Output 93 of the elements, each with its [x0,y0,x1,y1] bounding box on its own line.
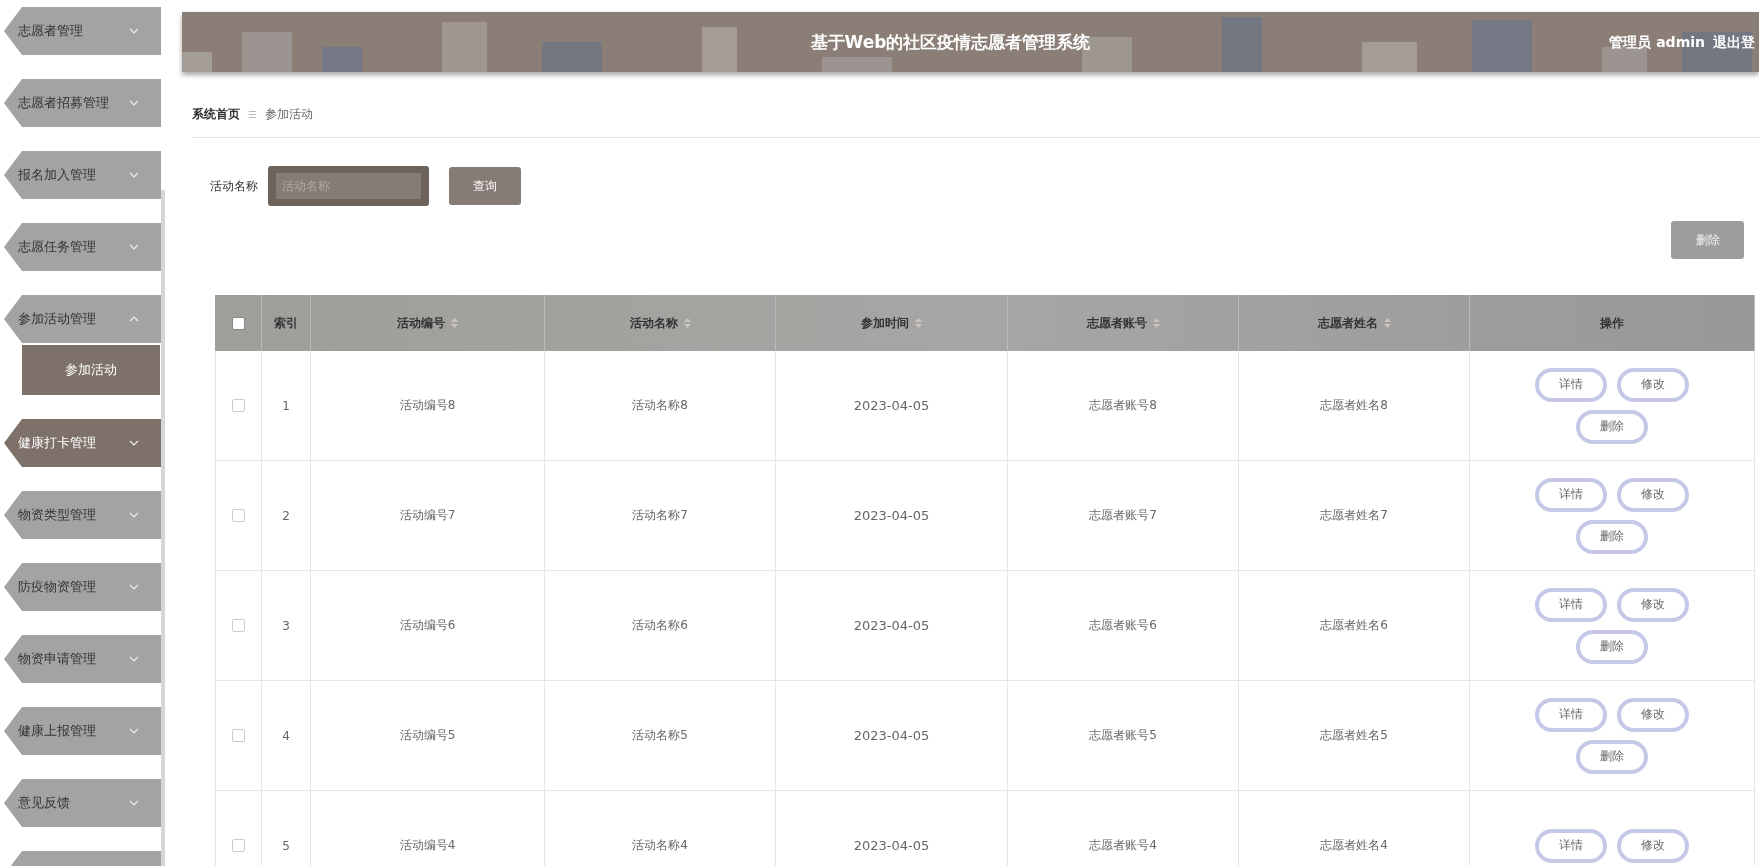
sidebar-menu-item[interactable]: 健康上报管理 [4,707,161,755]
row-action-button[interactable]: 删除 [1576,739,1648,774]
sort-icon[interactable] [1152,318,1160,328]
row-action-button[interactable]: 修改 [1617,477,1689,512]
breadcrumb-link[interactable]: 系统首页 [192,106,240,123]
sidebar-menu-item[interactable]: 防疫物资管理 [4,563,161,611]
sidebar-menu-item[interactable]: 参加活动管理 [4,295,161,343]
table-cell: 活动名称5 [632,727,688,744]
table-cell: 志愿者账号8 [1089,397,1157,414]
sidebar-menu-item[interactable]: 物资申请管理 [4,635,161,683]
chevron-down-icon [129,584,139,590]
table-cell: 活动名称6 [632,617,688,634]
row-action-button[interactable]: 修改 [1617,828,1689,863]
chevron-down-icon [129,172,139,178]
row-action-button[interactable]: 删除 [1576,519,1648,554]
table-cell: 志愿者姓名7 [1320,507,1388,524]
chevron-down-icon [129,28,139,34]
chevron-down-icon [129,440,139,446]
app-title: 基于Web的社区疫情志愿者管理系统 [810,30,1091,54]
sidebar-menu-item[interactable]: 健康打卡管理 [4,419,161,467]
table-cell: 活动编号6 [399,617,456,634]
sort-icon[interactable] [683,318,691,328]
row-action-button[interactable]: 修改 [1617,367,1689,402]
table-cell: 3 [282,618,290,633]
table-cell: 活动名称8 [632,397,688,414]
table-cell: 志愿者姓名5 [1320,727,1388,744]
table-cell: 志愿者姓名4 [1320,837,1388,854]
sidebar-menu-item[interactable]: 意见反馈 [4,779,161,827]
chevron-down-icon [129,512,139,518]
breadcrumb-current: 参加活动 [264,106,313,123]
column-header[interactable]: 志愿者账号 [1086,314,1147,332]
sidebar-menu-item[interactable]: 志愿者招募管理 [4,79,161,127]
table-cell: 5 [282,838,290,853]
row-action-button[interactable]: 删除 [1576,409,1648,444]
table-cell: 志愿者账号5 [1089,727,1157,744]
row-checkbox[interactable] [232,619,245,632]
column-header[interactable]: 活动编号 [397,314,445,332]
logout-link[interactable]: 退出登 [1713,34,1755,52]
column-header[interactable]: 活动名称 [629,314,678,332]
column-header: 索引 [274,314,298,332]
chevron-down-icon [129,728,139,734]
field-label: 活动名称 [210,177,258,195]
chevron-down-icon [129,656,139,662]
table-cell: 志愿者账号6 [1089,617,1157,634]
row-action-button[interactable]: 详情 [1535,697,1607,732]
table-cell: 志愿者账号7 [1089,507,1157,524]
chevron-up-icon [129,316,139,322]
column-header[interactable]: 志愿者姓名 [1317,314,1378,332]
table-cell: 2023-04-05 [853,618,930,633]
table-cell: 活动编号5 [399,727,456,744]
table-cell: 志愿者账号4 [1089,837,1157,854]
table-cell: 活动编号8 [399,397,456,414]
chevron-down-icon [129,244,139,250]
table-cell: 活动编号4 [399,837,456,854]
table-cell: 志愿者姓名6 [1320,617,1388,634]
select-all-checkbox[interactable] [231,316,245,330]
sidebar-menu-item[interactable]: 志愿者管理 [4,7,161,55]
row-action-button[interactable]: 修改 [1617,697,1689,732]
chevron-down-icon [129,100,139,106]
sort-icon[interactable] [451,318,458,328]
sidebar-menu-item[interactable]: 志愿任务管理 [4,223,161,271]
sort-icon[interactable] [915,318,922,328]
chevron-down-icon [129,800,139,806]
table-cell: 2023-04-05 [853,508,930,523]
row-checkbox[interactable] [232,399,245,412]
row-checkbox[interactable] [232,839,245,852]
column-header: 操作 [1600,314,1624,332]
breadcrumb-separator: ☰ [248,109,257,120]
table-cell: 活动名称7 [632,507,688,524]
search-button[interactable]: 查询 [449,167,521,205]
submenu-item[interactable]: 参加活动 [22,345,160,395]
row-checkbox[interactable] [232,729,245,742]
table-cell: 志愿者姓名8 [1320,397,1388,414]
row-action-button[interactable]: 修改 [1617,587,1689,622]
sidebar-menu-item[interactable]: 物资类型管理 [4,491,161,539]
sidebar-menu-item[interactable]: 报名加入管理 [4,151,161,199]
row-action-button[interactable]: 详情 [1535,367,1607,402]
row-checkbox[interactable] [232,509,245,522]
table-cell: 1 [282,398,290,413]
row-action-button[interactable]: 详情 [1535,587,1607,622]
table-cell: 2023-04-05 [853,728,930,743]
sort-icon[interactable] [1383,318,1391,328]
table-cell: 2 [282,508,290,523]
row-action-button[interactable]: 删除 [1576,629,1648,664]
column-header[interactable]: 参加时间 [861,314,909,332]
row-action-button[interactable]: 详情 [1535,828,1607,863]
table-cell: 活动编号7 [399,507,456,524]
table-cell: 2023-04-05 [853,838,930,853]
table-cell: 活动名称4 [632,837,688,854]
table-cell: 2023-04-05 [853,398,930,413]
row-action-button[interactable]: 详情 [1535,477,1607,512]
user-label: 管理员 admin [1609,34,1705,52]
table-cell: 4 [282,728,290,743]
